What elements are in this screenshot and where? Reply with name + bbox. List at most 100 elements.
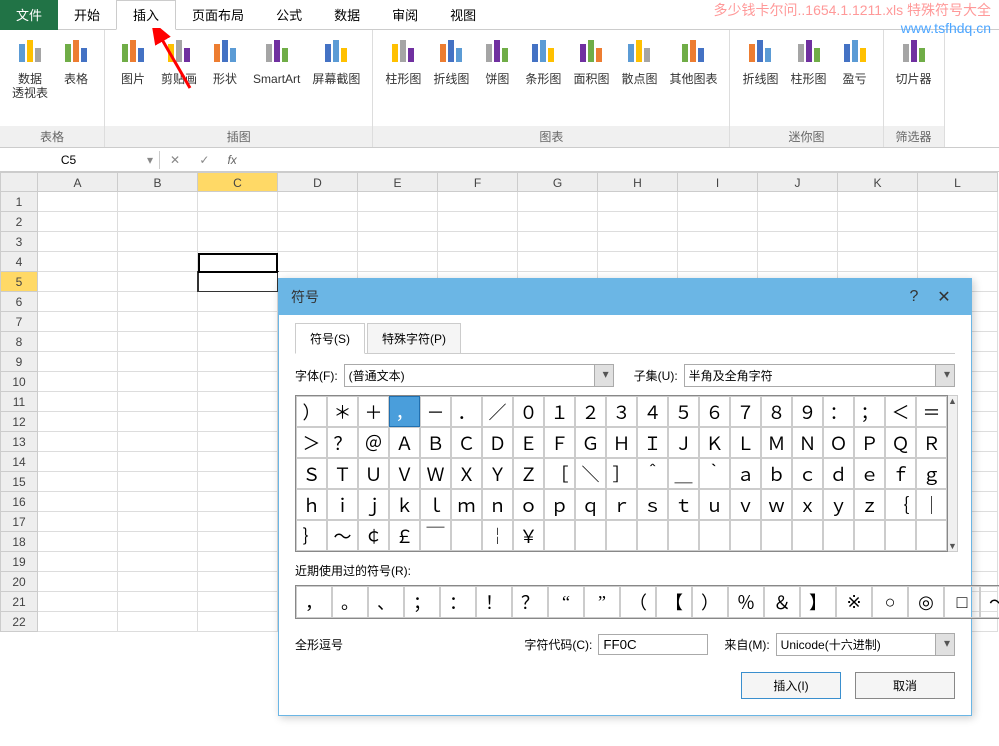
symbol-cell[interactable] <box>544 520 575 551</box>
symbol-cell[interactable]: Ｌ <box>730 427 761 458</box>
cell[interactable] <box>118 332 198 352</box>
col-header-B[interactable]: B <box>118 172 198 192</box>
symbol-cell[interactable]: ｙ <box>823 489 854 520</box>
symbol-cell[interactable]: Ｎ <box>792 427 823 458</box>
ribbon-条形图[interactable]: 条形图 <box>519 32 567 124</box>
cell[interactable] <box>38 292 118 312</box>
ribbon-柱形图[interactable]: 柱形图 <box>379 32 427 124</box>
cell[interactable] <box>118 472 198 492</box>
cell[interactable] <box>198 272 278 292</box>
cell[interactable] <box>198 392 278 412</box>
cell[interactable] <box>518 252 598 272</box>
font-select[interactable]: (普通文本) <box>344 364 614 387</box>
symbol-cell[interactable]: Ｈ <box>606 427 637 458</box>
ribbon-面积图[interactable]: 面积图 <box>567 32 615 124</box>
cell[interactable] <box>118 232 198 252</box>
cell[interactable] <box>198 552 278 572</box>
tab-公式[interactable]: 公式 <box>260 0 318 30</box>
cell[interactable] <box>198 532 278 552</box>
symbol-cell[interactable]: ： <box>823 396 854 427</box>
symbol-cell[interactable]: Ｑ <box>885 427 916 458</box>
ribbon-剪贴画[interactable]: 剪贴画 <box>155 32 203 124</box>
symbol-cell[interactable]: ｍ <box>451 489 482 520</box>
subset-select[interactable]: 半角及全角字符 <box>684 364 955 387</box>
recent-symbol-cell[interactable]: 、 <box>368 586 404 618</box>
symbol-cell[interactable]: ６ <box>699 396 730 427</box>
symbol-cell[interactable]: ｐ <box>544 489 575 520</box>
ribbon-表格[interactable]: 表格 <box>54 32 98 124</box>
cell[interactable] <box>38 312 118 332</box>
cell[interactable] <box>598 252 678 272</box>
ribbon-数据透视表[interactable]: 数据透视表 <box>6 32 54 124</box>
symbol-cell[interactable]: ｕ <box>699 489 730 520</box>
symbol-cell[interactable]: Ｒ <box>916 427 947 458</box>
symbol-cell[interactable]: ７ <box>730 396 761 427</box>
symbol-cell[interactable]: Ｕ <box>358 458 389 489</box>
row-header[interactable]: 7 <box>0 312 38 332</box>
cell[interactable] <box>38 492 118 512</box>
cell[interactable] <box>198 312 278 332</box>
recent-symbol-cell[interactable]: ！ <box>476 586 512 618</box>
cell[interactable] <box>838 212 918 232</box>
symbol-cell[interactable]: ＋ <box>358 396 389 427</box>
symbol-cell[interactable]: ｅ <box>854 458 885 489</box>
symbol-cell[interactable]: Ａ <box>389 427 420 458</box>
cell[interactable] <box>38 232 118 252</box>
symbol-cell[interactable] <box>699 520 730 551</box>
symbol-cell[interactable]: ｉ <box>327 489 358 520</box>
cell[interactable] <box>118 452 198 472</box>
symbol-cell[interactable]: ＝ <box>916 396 947 427</box>
tab-审阅[interactable]: 审阅 <box>376 0 434 30</box>
cell[interactable] <box>38 252 118 272</box>
symbol-cell[interactable]: ／ <box>482 396 513 427</box>
cell[interactable] <box>358 232 438 252</box>
symbol-cell[interactable]: ｃ <box>792 458 823 489</box>
row-header[interactable]: 15 <box>0 472 38 492</box>
symbol-cell[interactable]: Ｗ <box>420 458 451 489</box>
cell[interactable] <box>678 252 758 272</box>
cell[interactable] <box>118 512 198 532</box>
symbol-cell[interactable]: ［ <box>544 458 575 489</box>
symbol-cell[interactable]: ｛ <box>885 489 916 520</box>
symbol-cell[interactable]: ￠ <box>358 520 389 551</box>
symbol-cell[interactable]: ￤ <box>482 520 513 551</box>
symbol-cell[interactable] <box>885 520 916 551</box>
row-header[interactable]: 12 <box>0 412 38 432</box>
col-header-D[interactable]: D <box>278 172 358 192</box>
cell[interactable] <box>118 292 198 312</box>
col-header-C[interactable]: C <box>198 172 278 192</box>
cell[interactable] <box>198 332 278 352</box>
symbol-cell[interactable]: Ｅ <box>513 427 544 458</box>
ribbon-散点图[interactable]: 散点图 <box>615 32 663 124</box>
symbol-cell[interactable]: Ｘ <box>451 458 482 489</box>
symbol-cell[interactable] <box>854 520 885 551</box>
symbol-cell[interactable]: ＜ <box>885 396 916 427</box>
symbol-cell[interactable]: ｊ <box>358 489 389 520</box>
symbol-cell[interactable]: ｄ <box>823 458 854 489</box>
col-header-A[interactable]: A <box>38 172 118 192</box>
cell[interactable] <box>598 212 678 232</box>
cell[interactable] <box>198 372 278 392</box>
cell[interactable] <box>918 212 998 232</box>
symbol-cell[interactable]: Ｏ <box>823 427 854 458</box>
cell[interactable] <box>198 592 278 612</box>
recent-symbol-cell[interactable]: （ <box>620 586 656 618</box>
symbol-cell[interactable]: ｎ <box>482 489 513 520</box>
cell[interactable] <box>38 612 118 632</box>
tab-插入[interactable]: 插入 <box>116 0 176 30</box>
cell[interactable] <box>118 552 198 572</box>
symbol-cell[interactable]: Ｐ <box>854 427 885 458</box>
row-header[interactable]: 16 <box>0 492 38 512</box>
symbol-cell[interactable] <box>606 520 637 551</box>
cancel-button[interactable]: 取消 <box>855 672 955 699</box>
symbol-cell[interactable]: ｏ <box>513 489 544 520</box>
tab-视图[interactable]: 视图 <box>434 0 492 30</box>
cell[interactable] <box>918 232 998 252</box>
cell[interactable] <box>38 592 118 612</box>
cell[interactable] <box>38 212 118 232</box>
symbol-cell[interactable]: ｚ <box>854 489 885 520</box>
symbol-cell[interactable]: ＊ <box>327 396 358 427</box>
insert-button[interactable]: 插入(I) <box>741 672 841 699</box>
cell[interactable] <box>118 192 198 212</box>
row-header[interactable]: 6 <box>0 292 38 312</box>
